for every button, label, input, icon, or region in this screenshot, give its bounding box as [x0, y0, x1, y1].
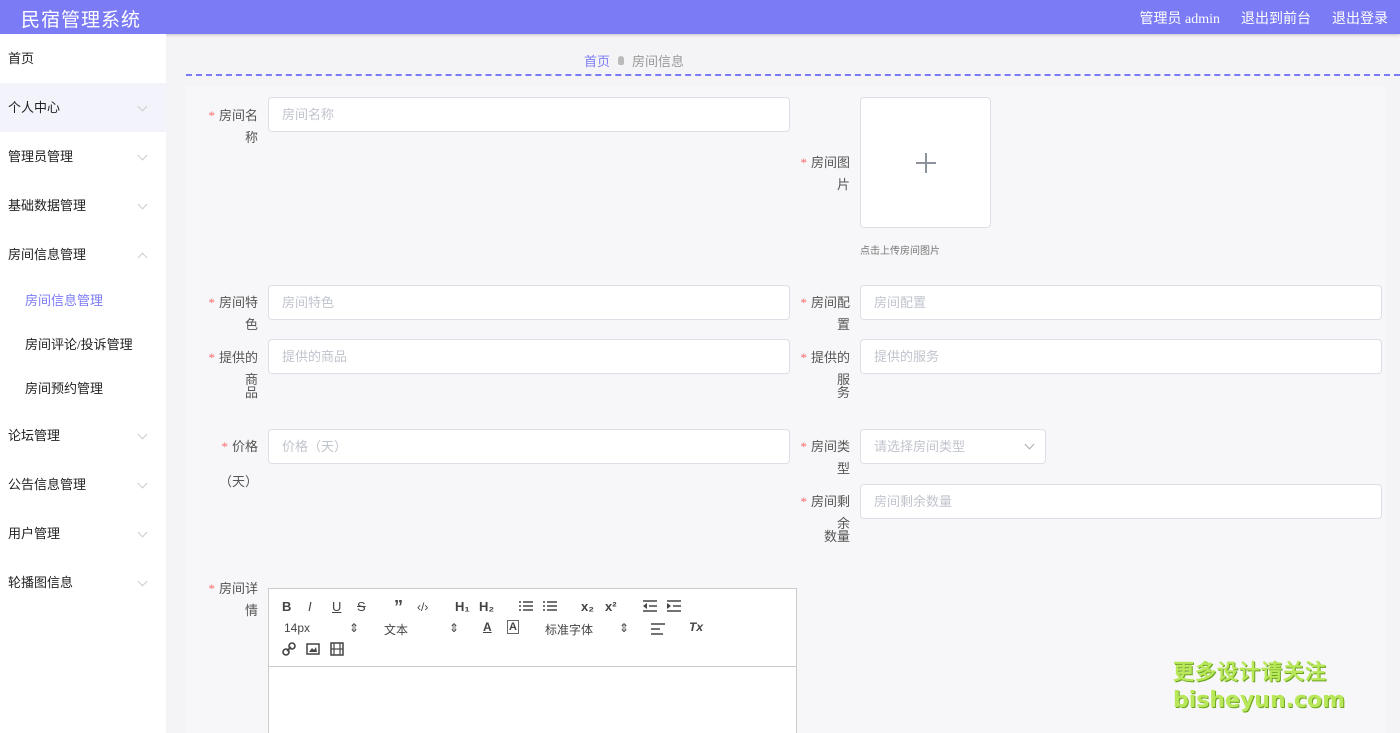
services-input[interactable] — [860, 339, 1382, 374]
top-navbar: 民宿管理系统 管理员 admin 退出到前台 退出登录 — [0, 0, 1400, 34]
outdent-icon[interactable] — [643, 599, 657, 613]
chevron-down-icon — [137, 429, 148, 440]
font-family-select[interactable]: 标准字体 — [545, 621, 593, 638]
sidebar-item-personal-center[interactable]: 个人中心 — [0, 83, 166, 132]
align-icon[interactable] — [651, 622, 665, 636]
breadcrumb-current: 房间信息 — [632, 54, 685, 69]
italic-button[interactable]: I — [308, 599, 312, 614]
submenu-item-room-booking[interactable]: 房间预约管理 — [0, 367, 166, 411]
sidebar-item-label: 用户管理 — [8, 526, 61, 541]
price-label-cont: （天） — [218, 474, 258, 489]
remaining-label-cont: 数量 — [823, 529, 850, 544]
hand-icon — [618, 56, 625, 65]
room-feature-label: * 房间特色 — [208, 295, 258, 332]
sidebar-item-label: 管理员管理 — [8, 149, 74, 164]
sidebar-item-room-info[interactable]: 房间信息管理 — [0, 230, 166, 279]
logout-link[interactable]: 退出登录 — [1332, 8, 1388, 28]
submenu-item-room-comments[interactable]: 房间评论/投诉管理 — [0, 323, 166, 367]
chevron-down-icon — [137, 478, 148, 489]
sidebar-item-label: 公告信息管理 — [8, 477, 87, 492]
admin-label: 管理员 admin — [1139, 12, 1221, 27]
sidebar-item-carousel[interactable]: 轮播图信息 — [0, 558, 166, 607]
sidebar-item-label: 房间信息管理 — [8, 247, 87, 262]
sort-icon: ⇕ — [619, 621, 630, 635]
sort-icon: ⇕ — [349, 621, 360, 635]
chevron-down-icon — [137, 199, 148, 210]
room-feature-input[interactable] — [268, 285, 790, 320]
superscript-button[interactable]: x² — [605, 599, 617, 614]
room-name-input[interactable] — [268, 97, 790, 132]
background-color-button[interactable]: A — [507, 620, 519, 634]
room-config-input[interactable] — [860, 285, 1382, 320]
back-to-front-link[interactable]: 退出到前台 — [1241, 8, 1311, 28]
sidebar-item-notice[interactable]: 公告信息管理 — [0, 460, 166, 509]
sidebar-item-forum[interactable]: 论坛管理 — [0, 411, 166, 460]
breadcrumb-home[interactable]: 首页 — [584, 51, 610, 70]
strike-button[interactable]: S — [357, 599, 366, 614]
image-upload-box[interactable] — [860, 97, 991, 228]
h1-button[interactable]: H₁ — [455, 599, 470, 614]
services-label-cont: 务 — [836, 385, 850, 400]
text-type-select[interactable]: 文本 — [384, 621, 408, 638]
chevron-up-icon — [137, 252, 148, 263]
submenu-item-room-info[interactable]: 房间信息管理 — [0, 279, 166, 323]
clear-format-button[interactable]: Tx — [689, 620, 703, 634]
indent-icon[interactable] — [667, 599, 681, 613]
goods-input[interactable] — [268, 339, 790, 374]
room-image-label: * 房间图片 — [800, 155, 850, 192]
goods-label-cont: 品 — [244, 385, 258, 400]
image-icon[interactable] — [306, 642, 320, 656]
font-size-select[interactable]: 14px — [284, 621, 310, 635]
editor-toolbar: B I U S ” ‹/› H₁ H₂ x₂ x² 14px ⇕ 文本 ⇕ A … — [269, 589, 796, 667]
ordered-list-icon[interactable] — [519, 599, 533, 613]
chevron-down-icon — [137, 101, 148, 112]
breadcrumb: 首页 房间信息 — [584, 51, 684, 70]
underline-button[interactable]: U — [332, 599, 341, 614]
blockquote-button[interactable]: ” — [394, 597, 403, 618]
subscript-button[interactable]: x₂ — [581, 599, 594, 614]
sidebar-item-label: 个人中心 — [8, 100, 61, 115]
sidebar-item-home[interactable]: 首页 — [0, 34, 166, 83]
chevron-down-icon — [137, 576, 148, 587]
h2-button[interactable]: H₂ — [479, 599, 494, 614]
link-icon[interactable] — [282, 642, 296, 656]
sidebar-item-label: 首页 — [8, 51, 35, 66]
bullet-list-icon[interactable] — [543, 599, 557, 613]
app-title: 民宿管理系统 — [21, 10, 142, 31]
code-block-button[interactable]: ‹/› — [417, 600, 428, 614]
sidebar-item-users[interactable]: 用户管理 — [0, 509, 166, 558]
sidebar-item-admin-management[interactable]: 管理员管理 — [0, 132, 166, 181]
video-icon[interactable] — [330, 642, 344, 656]
price-label: * 价格 — [221, 439, 258, 454]
main-content: 首页 房间信息 *房间名称 *房间图片 点击上传房间图片 *房间特色 *房间配置… — [166, 34, 1400, 733]
sidebar-item-label: 论坛管理 — [8, 428, 61, 443]
editor-content-area[interactable] — [269, 667, 796, 733]
watermark: 更多设计请关注 bisheyun.com — [1173, 660, 1346, 713]
bold-button[interactable]: B — [282, 599, 291, 614]
room-type-select[interactable]: 请选择房间类型 — [860, 429, 1046, 464]
details-label: * 房间详情 — [208, 581, 258, 618]
room-config-label: * 房间配置 — [800, 295, 850, 332]
sidebar-item-basic-data[interactable]: 基础数据管理 — [0, 181, 166, 230]
remaining-input[interactable] — [860, 484, 1382, 519]
divider — [186, 74, 1400, 76]
sort-icon: ⇕ — [449, 621, 460, 635]
room-name-label: * 房间名称 — [208, 108, 258, 145]
top-nav-links: 管理员 admin 退出到前台 退出登录 — [1140, 8, 1389, 28]
room-type-label: * 房间类型 — [800, 439, 850, 476]
rich-text-editor: B I U S ” ‹/› H₁ H₂ x₂ x² 14px ⇕ 文本 ⇕ A … — [268, 588, 797, 733]
sidebar-item-label: 轮播图信息 — [8, 575, 74, 590]
sidebar: 首页 个人中心 管理员管理 基础数据管理 房间信息管理 房间信息管理 房间评论/… — [0, 34, 166, 733]
sidebar-item-label: 基础数据管理 — [8, 198, 87, 213]
chevron-down-icon — [137, 527, 148, 538]
chevron-down-icon — [137, 150, 148, 161]
font-color-button[interactable]: A — [483, 620, 492, 634]
chevron-down-icon — [1024, 439, 1035, 450]
price-input[interactable] — [268, 429, 790, 464]
upload-hint: 点击上传房间图片 — [860, 246, 940, 257]
